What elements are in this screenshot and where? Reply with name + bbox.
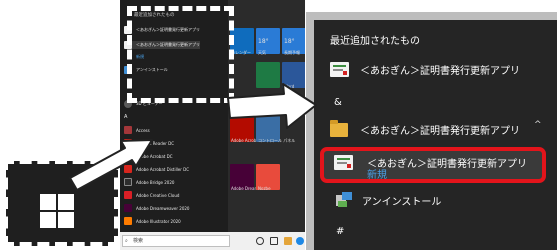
zoom-panel: 最近追加されたもの ＜あおぎん＞証明書発行更新アプリ & ＜あおぎん＞証明書発行…	[314, 20, 557, 250]
zoom-recent-header: 最近追加されたもの	[330, 36, 420, 47]
acrobat-reader-icon	[124, 139, 132, 147]
taskbar: 検索 ⌕	[120, 232, 305, 250]
acrobat-icon	[124, 152, 132, 160]
app-item[interactable]: Adobe Dreamweaver 2020	[124, 204, 189, 212]
search-icon: ⌕	[125, 238, 128, 244]
zoom-recent-item[interactable]: ＜あおぎん＞証明書発行更新アプリ	[330, 62, 520, 77]
folder-item-label: ＜あおぎん＞証明書発行更新アプリ	[360, 126, 520, 137]
illustrator-icon	[124, 217, 132, 225]
tile-label: Nozbe	[258, 186, 271, 191]
bridge-icon	[124, 178, 132, 186]
uninstall-label: アンインストール	[362, 196, 442, 208]
app-item[interactable]: Adobe Acrobat Distiller DC	[124, 165, 189, 173]
tile-label: 天気	[258, 50, 266, 55]
uninstall-item[interactable]: アンインストール	[336, 192, 441, 208]
recent-dashed-frame	[127, 6, 234, 103]
app-item[interactable]: Access	[124, 126, 150, 134]
edge-icon[interactable]	[296, 237, 304, 245]
highlighted-app-sub: 新規	[367, 170, 387, 181]
tile-area: カレンダー 18° 天気 18° 長期予報 Word Adobe Acrobat…	[228, 0, 305, 232]
zoom-recent-item-label: ＜あおぎん＞証明書発行更新アプリ	[360, 66, 520, 77]
highlighted-app-row: ＜あおぎん＞証明書発行更新アプリ	[334, 155, 527, 170]
app-item[interactable]: Adobe Acrobat DC	[124, 152, 173, 160]
app-item[interactable]: Adobe Bridge 2020	[124, 178, 174, 186]
app-item[interactable]: Acrobat Reader DC	[124, 139, 174, 147]
chevron-up-icon[interactable]: ^	[534, 120, 542, 130]
distiller-icon	[124, 165, 132, 173]
explorer-icon[interactable]	[284, 237, 292, 245]
folder-item[interactable]: ＜あおぎん＞証明書発行更新アプリ	[330, 119, 520, 137]
app-item[interactable]: Adobe Illustrator 2020	[124, 217, 181, 225]
app-icon	[334, 155, 353, 170]
task-view-icon[interactable]	[270, 237, 278, 245]
tile-label: 長期予報	[284, 50, 300, 55]
creative-cloud-icon	[124, 191, 132, 199]
folder-icon	[330, 119, 348, 137]
tile-number: 18°	[284, 38, 295, 45]
tile-number: 18°	[258, 38, 269, 45]
tile-label: コントロール パネル	[258, 138, 296, 143]
tile-label: Word	[284, 84, 295, 89]
app-item[interactable]: Adobe Creative Cloud	[124, 191, 179, 199]
section-a[interactable]: A	[124, 114, 127, 120]
section-hash[interactable]: #	[336, 226, 344, 237]
section-amp[interactable]: &	[334, 97, 342, 108]
search-input[interactable]: 検索	[122, 235, 230, 247]
access-icon	[124, 126, 132, 134]
dreamweaver-icon	[124, 204, 132, 212]
cortana-icon[interactable]	[256, 237, 264, 245]
app-icon	[330, 62, 349, 77]
start-button-dashed-frame	[2, 158, 120, 248]
excel-tile[interactable]	[256, 62, 280, 88]
highlighted-app-label: ＜あおぎん＞証明書発行更新アプリ	[367, 159, 527, 170]
tile-label: カレンダー	[231, 50, 251, 55]
uninstall-icon	[336, 192, 352, 208]
